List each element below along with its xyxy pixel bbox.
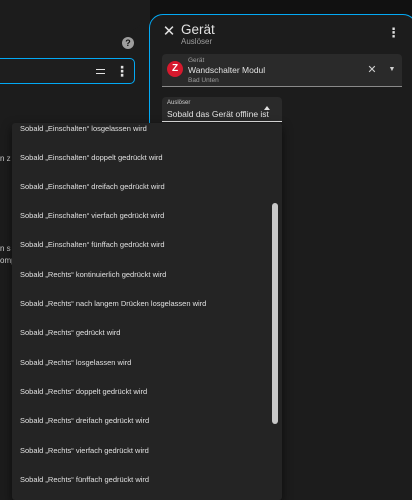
background-text-fragment: n z — [0, 154, 11, 163]
list-item[interactable]: Sobald „Rechts“ nach langem Drücken losg… — [12, 291, 272, 317]
device-picker-label: Gerät — [188, 57, 205, 64]
zwave-icon: Z — [167, 61, 183, 77]
dots-vertical-icon[interactable]: ⋮ — [387, 25, 400, 41]
background-text-fragment: n s — [0, 244, 11, 253]
row-menu-icon[interactable]: ⋮ — [115, 63, 129, 79]
list-item[interactable]: Sobald „Rechts“ losgelassen wird — [12, 350, 272, 376]
dropdown-scrollbar[interactable] — [272, 203, 278, 424]
list-item[interactable]: Sobald „Einschalten“ losgelassen wird — [12, 123, 272, 142]
list-item[interactable]: Sobald „Rechts“ kontinuierlich gedrückt … — [12, 262, 272, 288]
dialog-subtitle: Auslöser — [181, 37, 213, 46]
caret-up-icon[interactable] — [264, 106, 270, 110]
chevron-down-icon[interactable]: ▼ — [388, 64, 396, 76]
list-item[interactable]: Sobald „Rechts“ dreifach gedrückt wird — [12, 408, 272, 434]
dialog-title: Gerät — [181, 22, 215, 37]
list-item[interactable]: Sobald „Einschalten“ fünffach gedrückt w… — [12, 232, 272, 258]
list-item[interactable]: Sobald „Rechts“ vierfach gedrückt wird — [12, 438, 272, 464]
trigger-select-label: Auslöser — [167, 100, 191, 106]
help-icon[interactable]: ? — [122, 37, 134, 49]
list-item[interactable]: Sobald „Einschalten“ doppelt gedrückt wi… — [12, 145, 272, 171]
trigger-select-value: Sobald das Gerät offline ist — [167, 109, 269, 119]
clear-icon[interactable]: ✕ — [367, 64, 377, 76]
list-item[interactable]: Sobald „Einschalten“ dreifach gedrückt w… — [12, 174, 272, 200]
list-item[interactable]: Sobald „Rechts“ gedrückt wird — [12, 320, 272, 346]
drag-handle-icon[interactable] — [96, 69, 105, 74]
list-item[interactable]: Sobald „Einschalten“ vierfach gedrückt w… — [12, 203, 272, 229]
list-item[interactable]: Sobald „Rechts“ fünffach gedrückt wird — [12, 467, 272, 493]
list-item[interactable]: Sobald „Rechts“ doppelt gedrückt wird — [12, 379, 272, 405]
device-area-text: Bad Unten — [188, 77, 219, 84]
trigger-options-menu: Sobald „Einschalten“ losgelassen wird So… — [12, 123, 282, 500]
background-header — [0, 0, 142, 30]
device-picker-value: Wandschalter Modul — [188, 65, 266, 75]
close-icon[interactable]: ✕ — [162, 24, 176, 40]
